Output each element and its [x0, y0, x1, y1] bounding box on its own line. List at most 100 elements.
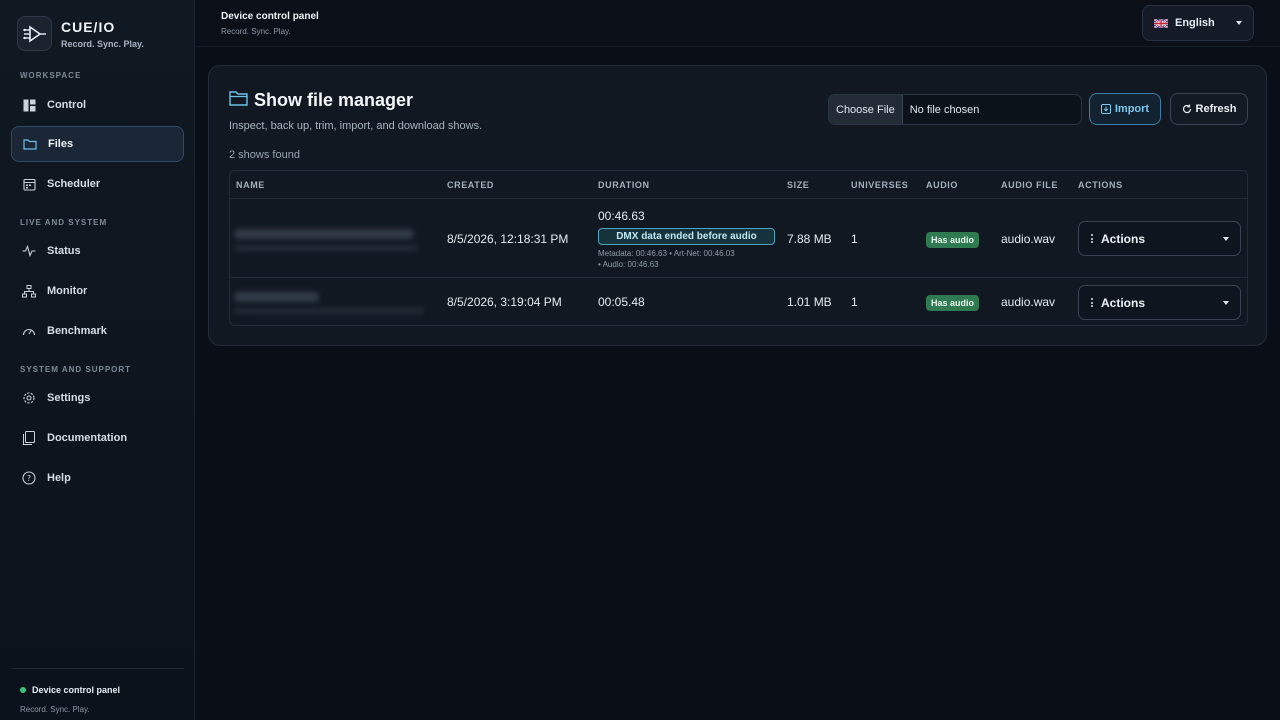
- sidebar-item-files[interactable]: Files: [11, 126, 184, 162]
- shows-count: 2 shows found: [229, 149, 300, 161]
- sidebar-footer: Device control panel Record. Sync. Play.: [11, 668, 184, 714]
- duration-warning-badge: DMX data ended before audio: [598, 228, 775, 245]
- chevron-down-icon: [1223, 301, 1229, 305]
- actions-label: Actions: [1101, 295, 1146, 310]
- sidebar-item-label: Settings: [47, 392, 91, 404]
- duration-meta: Metadata: 00:46.63 • Art-Net: 00:46.03: [598, 249, 735, 258]
- column-header[interactable]: DURATION: [598, 180, 650, 190]
- table-row: 8/5/2026, 3:19:04 PM 00:05.48 1.01 MB 1 …: [230, 278, 1247, 325]
- file-input[interactable]: Choose File No file chosen: [828, 94, 1082, 125]
- kebab-icon: [1091, 298, 1093, 307]
- actions-dropdown-button[interactable]: Actions: [1078, 285, 1241, 320]
- folder-icon: [23, 137, 37, 151]
- show-name-redacted: [234, 292, 319, 302]
- section-label-system-and-support: SYSTEM AND SUPPORT: [20, 365, 132, 374]
- sidebar-item-scheduler[interactable]: Scheduler: [11, 166, 184, 202]
- shows-table: NAME CREATED DURATION SIZE UNIVERSES AUD…: [229, 170, 1248, 326]
- network-icon: [22, 284, 36, 298]
- sidebar-item-help[interactable]: ? Help: [11, 460, 184, 496]
- column-header[interactable]: CREATED: [447, 180, 494, 190]
- page-subtitle: Inspect, back up, trim, import, and down…: [229, 120, 483, 132]
- audio-badge: Has audio: [926, 295, 980, 311]
- column-header[interactable]: ACTIONS: [1078, 180, 1123, 190]
- gear-icon: [22, 391, 36, 405]
- column-header[interactable]: SIZE: [787, 180, 809, 190]
- sidebar-item-settings[interactable]: Settings: [11, 380, 184, 416]
- duration-cell: 00:05.48: [598, 295, 645, 309]
- chevron-down-icon: [1223, 237, 1229, 241]
- actions-label: Actions: [1101, 231, 1146, 246]
- audio-badge: Has audio: [926, 232, 980, 248]
- refresh-icon: [1182, 104, 1192, 114]
- sidebar-item-label: Monitor: [47, 285, 88, 297]
- table-header: NAME CREATED DURATION SIZE UNIVERSES AUD…: [230, 171, 1247, 199]
- refresh-button[interactable]: Refresh: [1170, 93, 1248, 125]
- brand-name: CUE/IO: [61, 18, 116, 35]
- sidebar: CUE/IO Record. Sync. Play. WORKSPACE Con…: [0, 0, 195, 720]
- activity-icon: [22, 244, 36, 258]
- gauge-icon: [22, 324, 36, 338]
- created-cell: 8/5/2026, 3:19:04 PM: [447, 295, 562, 309]
- show-name-redacted: [234, 245, 419, 251]
- show-name-redacted: [234, 308, 424, 314]
- sidebar-item-monitor[interactable]: Monitor: [11, 273, 184, 309]
- chevron-down-icon: [1236, 21, 1242, 25]
- audio-file-cell: audio.wav: [1001, 295, 1056, 309]
- column-header[interactable]: AUDIO FILE: [1001, 180, 1058, 190]
- show-file-manager-card: Show file manager Inspect, back up, trim…: [208, 65, 1267, 346]
- uk-flag-icon: [1154, 18, 1168, 28]
- section-label-live-and-system: LIVE AND SYSTEM: [20, 218, 108, 227]
- duration-meta: • Audio: 00:46.63: [598, 260, 659, 269]
- help-icon: ?: [22, 471, 36, 485]
- file-status: No file chosen: [909, 103, 980, 116]
- document-icon: [22, 431, 36, 445]
- refresh-label: Refresh: [1195, 103, 1237, 115]
- universes-cell: 1: [851, 232, 858, 246]
- header-subtitle: Record. Sync. Play.: [221, 27, 291, 36]
- dashboard-icon: [22, 98, 36, 112]
- sidebar-item-control[interactable]: Control: [11, 87, 184, 123]
- language-select[interactable]: English: [1142, 5, 1254, 41]
- created-cell: 8/5/2026, 12:18:31 PM: [447, 232, 569, 246]
- table-row: 8/5/2026, 12:18:31 PM 00:46.63 DMX data …: [230, 199, 1247, 278]
- brand: CUE/IO Record. Sync. Play.: [17, 16, 144, 51]
- sidebar-item-label: Benchmark: [47, 325, 107, 337]
- column-header[interactable]: AUDIO: [926, 180, 958, 190]
- folder-icon: [229, 90, 248, 111]
- sidebar-item-label: Help: [47, 472, 71, 484]
- universes-cell: 1: [851, 295, 858, 309]
- sidebar-item-label: Files: [48, 138, 74, 150]
- audio-file-cell: audio.wav: [1001, 232, 1056, 246]
- section-label-workspace: WORKSPACE: [20, 71, 82, 80]
- kebab-icon: [1091, 234, 1093, 243]
- status-dot-icon: [20, 686, 26, 693]
- header-title: Device control panel: [221, 11, 319, 22]
- show-name-redacted: [234, 229, 414, 239]
- size-cell: 1.01 MB: [787, 295, 832, 309]
- choose-file-button[interactable]: Choose File: [829, 95, 903, 124]
- brand-tagline: Record. Sync. Play.: [61, 38, 144, 49]
- sidebar-item-label: Documentation: [47, 432, 128, 444]
- column-header[interactable]: NAME: [236, 180, 265, 190]
- brand-logo-icon: [17, 16, 52, 51]
- duration-cell: 00:46.63: [598, 209, 645, 223]
- footer-title: Device control panel: [32, 684, 121, 695]
- import-icon: [1100, 104, 1111, 114]
- language-label: English: [1175, 17, 1215, 29]
- page-title: Show file manager: [254, 90, 414, 110]
- size-cell: 7.88 MB: [787, 232, 832, 246]
- sidebar-item-label: Scheduler: [47, 178, 101, 190]
- sidebar-item-label: Status: [47, 245, 81, 257]
- sidebar-item-label: Control: [47, 99, 87, 111]
- import-label: Import: [1114, 103, 1150, 115]
- calendar-icon: [22, 177, 36, 191]
- column-header[interactable]: UNIVERSES: [851, 180, 908, 190]
- sidebar-item-benchmark[interactable]: Benchmark: [11, 313, 184, 349]
- import-button[interactable]: Import: [1089, 93, 1161, 125]
- svg-text:?: ?: [27, 474, 31, 483]
- top-header: Device control panel Record. Sync. Play.…: [196, 0, 1280, 47]
- footer-subtitle: Record. Sync. Play.: [20, 705, 90, 714]
- actions-dropdown-button[interactable]: Actions: [1078, 221, 1241, 256]
- sidebar-item-documentation[interactable]: Documentation: [11, 420, 184, 456]
- sidebar-item-status[interactable]: Status: [11, 233, 184, 269]
